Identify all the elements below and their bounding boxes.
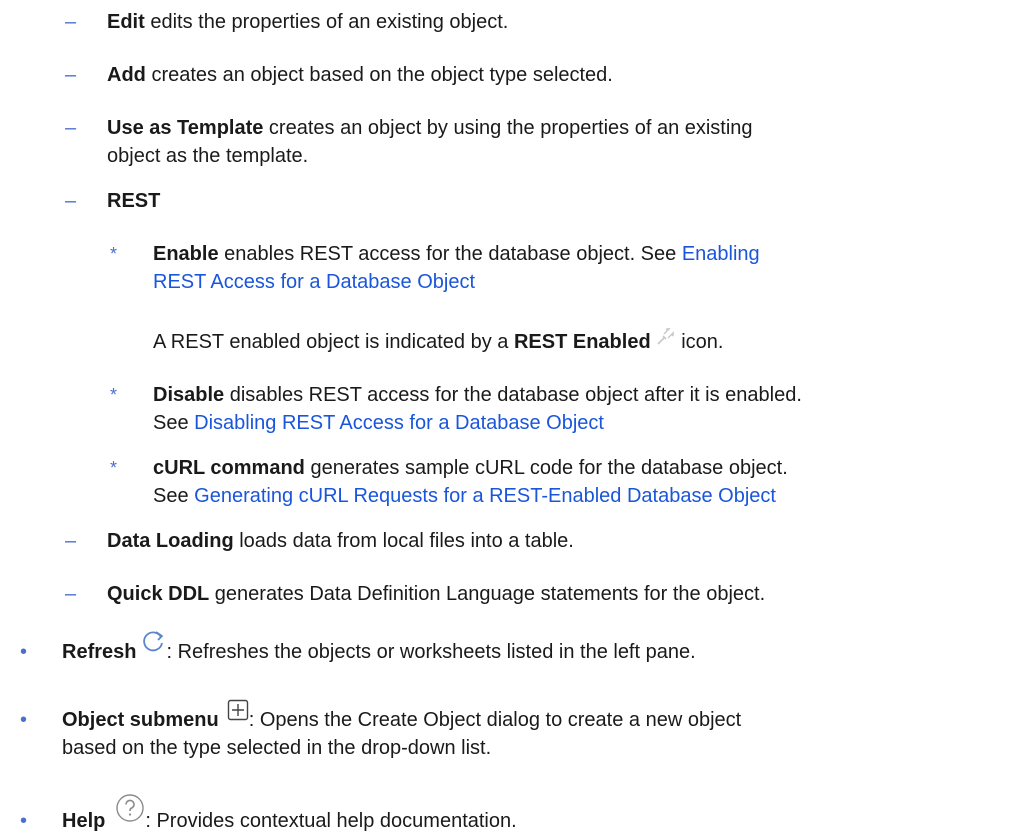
star-marker: * <box>110 244 118 264</box>
help-item: Help : Provides contextual help document… <box>62 794 517 836</box>
help-desc: : Provides contextual help documentation… <box>145 810 517 832</box>
object-submenu-desc-1: : Opens the Create Object dialog to crea… <box>248 709 742 731</box>
quick-ddl-desc: generates Data Definition Language state… <box>209 583 766 605</box>
rest-term: REST <box>107 190 161 212</box>
help-circle-icon <box>115 793 145 832</box>
edit-item: Edit edits the properties of an existing… <box>107 7 508 37</box>
bullet-marker: • <box>20 810 28 832</box>
add-item: Add creates an object based on the objec… <box>107 60 613 90</box>
enabling-rest-link[interactable]: Enabling <box>682 243 760 265</box>
plug-icon <box>656 325 675 355</box>
quick-ddl-item: Quick DDL generates Data Definition Lang… <box>107 579 765 609</box>
template-desc-2: object as the template. <box>107 145 309 167</box>
object-submenu-item: Object submenu : Opens the Create Object… <box>62 700 742 735</box>
dash-marker: – <box>65 190 77 212</box>
dash-marker: – <box>65 583 77 605</box>
add-term: Add <box>107 64 146 86</box>
object-submenu-term: Object submenu <box>62 709 219 731</box>
data-loading-desc: loads data from local files into a table… <box>233 530 574 552</box>
dash-marker: – <box>65 530 77 552</box>
curl-desc: generates sample cURL code for the datab… <box>304 457 788 479</box>
disable-desc: disables REST access for the database ob… <box>224 384 802 406</box>
template-item: Use as Template creates an object by usi… <box>107 113 753 143</box>
rest-item: REST <box>107 186 160 216</box>
disable-term: Disable <box>153 384 225 406</box>
refresh-term: Refresh <box>62 641 137 663</box>
refresh-item: Refresh : Refreshes the objects or works… <box>62 631 696 667</box>
template-term: Use as Template <box>107 117 264 139</box>
curl-item: cURL command generates sample cURL code … <box>153 453 788 483</box>
quick-ddl-term: Quick DDL <box>107 583 210 605</box>
object-submenu-desc-2: based on the type selected in the drop-d… <box>62 737 492 759</box>
curl-term: cURL command <box>153 457 305 479</box>
dash-marker: – <box>65 117 77 139</box>
edit-desc: edits the properties of an existing obje… <box>144 11 509 33</box>
data-loading-term: Data Loading <box>107 530 234 552</box>
edit-term: Edit <box>107 11 145 33</box>
enable-link-line-2: REST Access for a Database Object <box>153 267 475 297</box>
add-desc: creates an object based on the object ty… <box>145 64 613 86</box>
curl-requests-link[interactable]: Generating cURL Requests for a REST-Enab… <box>194 485 776 507</box>
star-marker: * <box>110 458 118 478</box>
dash-marker: – <box>65 11 77 33</box>
bullet-marker: • <box>20 709 28 731</box>
plus-box-icon <box>227 699 249 730</box>
bullet-marker: • <box>20 641 28 663</box>
enable-desc: enables REST access for the database obj… <box>218 243 682 265</box>
curl-see-line: See Generating cURL Requests for a REST-… <box>153 485 776 507</box>
note-suffix: icon. <box>675 331 724 353</box>
help-term: Help <box>62 810 106 832</box>
star-marker: * <box>110 385 118 405</box>
disable-see-line: See Disabling REST Access for a Database… <box>153 412 604 434</box>
rest-enabled-term: REST Enabled <box>513 331 651 353</box>
enable-item: Enable enables REST access for the datab… <box>153 239 760 269</box>
dash-marker: – <box>65 64 77 86</box>
enable-term: Enable <box>153 243 219 265</box>
refresh-icon <box>140 628 166 663</box>
enabling-rest-link-cont[interactable]: REST Access for a Database Object <box>153 271 475 293</box>
template-desc-1: creates an object by using the propertie… <box>263 117 753 139</box>
data-loading-item: Data Loading loads data from local files… <box>107 526 574 556</box>
refresh-desc: : Refreshes the objects or worksheets li… <box>166 641 696 663</box>
note-prefix: A REST enabled object is indicated by a <box>153 331 514 353</box>
disabling-rest-link[interactable]: Disabling REST Access for a Database Obj… <box>194 412 604 434</box>
rest-enabled-note: A REST enabled object is indicated by a … <box>153 327 723 357</box>
disable-item: Disable disables REST access for the dat… <box>153 380 802 410</box>
